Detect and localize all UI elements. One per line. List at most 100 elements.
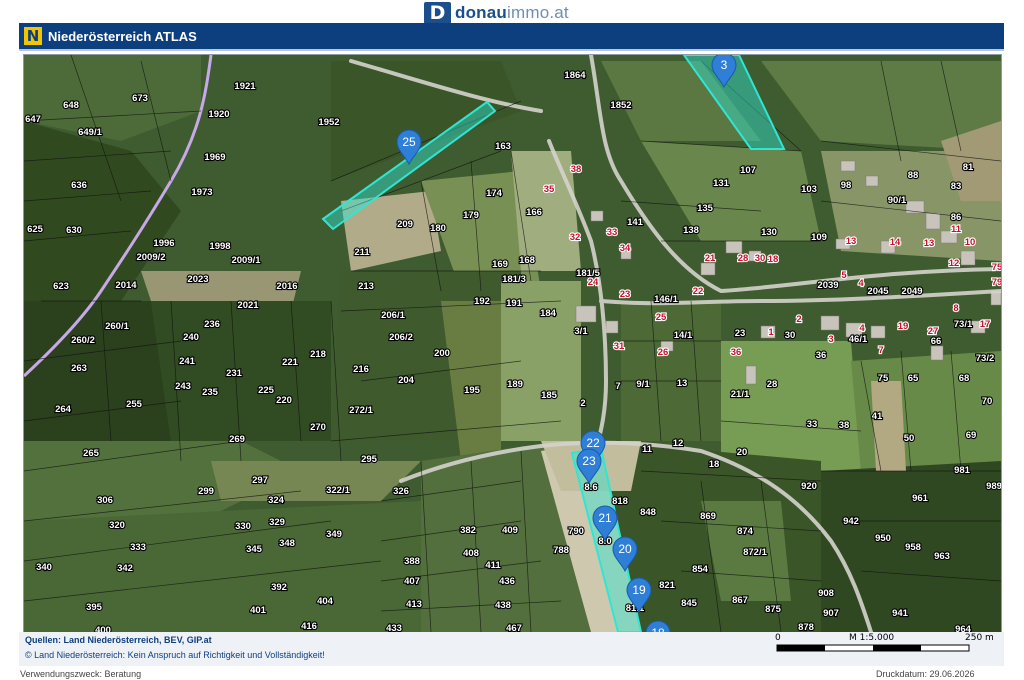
building-number-label: 26 bbox=[658, 347, 669, 358]
building-number-label: 32 bbox=[570, 232, 581, 243]
atlas-title: Niederösterreich ATLAS bbox=[48, 28, 197, 44]
sources-line: Quellen: Land Niederösterreich, BEV, GIP… bbox=[25, 635, 212, 645]
parcel-number-label: 90/1 bbox=[888, 195, 907, 206]
parcel-number-label: 1921 bbox=[234, 81, 256, 92]
parcel-number-label: 963 bbox=[934, 551, 950, 562]
parcel-number-label: 7 bbox=[615, 381, 620, 392]
noe-logo-icon: N bbox=[24, 27, 42, 45]
parcel-number-label: 255 bbox=[126, 399, 143, 410]
parcel-number-label: 636 bbox=[71, 180, 87, 191]
parcel-number-label: 73/1 bbox=[954, 319, 973, 330]
parcel-number-label: 240 bbox=[183, 332, 199, 343]
parcel-number-label: 875 bbox=[765, 604, 782, 615]
parcel-number-label: 404 bbox=[317, 596, 334, 607]
parcel-number-label: 1920 bbox=[208, 109, 229, 120]
parcel-number-label: 961 bbox=[912, 493, 929, 504]
parcel-number-label: 788 bbox=[553, 545, 569, 556]
sources-text: Land Niederösterreich, BEV, GIP.at bbox=[63, 635, 212, 645]
map-pin-label: 21 bbox=[598, 511, 612, 525]
parcel-number-label: 320 bbox=[109, 520, 125, 531]
parcel-number-label: 867 bbox=[732, 595, 748, 606]
map-footer: Quellen: Land Niederösterreich, BEV, GIP… bbox=[19, 632, 1004, 666]
parcel-number-label: 181/3 bbox=[502, 274, 526, 285]
map-view[interactable]: 1921 673 648 1920 647 649/1 1952 1969 636 1973 625… bbox=[23, 54, 1002, 633]
building-number-label: 13 bbox=[924, 238, 935, 249]
building-number-label: 25 bbox=[656, 312, 667, 323]
building-number-label: 2 bbox=[796, 314, 801, 325]
map-pin-label: 22 bbox=[586, 436, 600, 450]
building-number-label: 1 bbox=[768, 327, 774, 338]
building-number-label: 21 bbox=[705, 253, 716, 264]
parcel-number-label: 854 bbox=[692, 564, 709, 575]
parcel-number-label: 66 bbox=[931, 336, 942, 347]
parcel-number-label: 23 bbox=[735, 328, 746, 339]
parcel-number-label: 630 bbox=[66, 225, 82, 236]
parcel-number-label: 2 bbox=[580, 398, 585, 409]
building-number-label: 22 bbox=[693, 286, 704, 297]
parcel-number-label: 169 bbox=[492, 259, 508, 270]
brand-logo-mark: D bbox=[424, 2, 451, 24]
map-pin-label: 25 bbox=[402, 135, 416, 149]
brand-logo[interactable]: D donauimmo.at bbox=[424, 1, 569, 25]
parcel-number-label: 146/1 bbox=[654, 294, 678, 305]
parcel-number-label: 38 bbox=[839, 420, 850, 431]
parcel-number-label: 625 bbox=[27, 224, 44, 235]
building-number-label: 79 bbox=[992, 277, 1001, 288]
parcel-number-label: 845 bbox=[681, 598, 698, 609]
parcel-number-label: 2009/1 bbox=[231, 255, 261, 266]
parcel-number-label: 191 bbox=[506, 298, 523, 309]
scale-bar: 0 M 1:5.000 250 m bbox=[757, 632, 997, 662]
parcel-number-label: 18 bbox=[709, 459, 720, 470]
building-number-label: 38 bbox=[571, 164, 582, 175]
parcel-number-label: 192 bbox=[474, 296, 490, 307]
building-number-label: 23 bbox=[620, 289, 631, 300]
parcel-number-label: 348 bbox=[279, 538, 295, 549]
parcel-number-label: 324 bbox=[268, 495, 285, 506]
building-number-label: 12 bbox=[949, 258, 960, 269]
scale-bar-graphic bbox=[776, 644, 970, 652]
parcel-number-label: 2049 bbox=[901, 286, 922, 297]
building-number-label: 33 bbox=[607, 227, 618, 238]
parcel-number-label: 299 bbox=[198, 486, 214, 497]
building-number-label: 30 bbox=[755, 253, 766, 264]
parcel-number-label: 185 bbox=[541, 390, 558, 401]
building-number-label: 3 bbox=[828, 334, 833, 345]
parcel-number-label: 103 bbox=[801, 184, 817, 195]
parcel-number-label: 265 bbox=[83, 448, 100, 459]
parcel-number-label: 920 bbox=[801, 481, 817, 492]
parcel-number-label: 392 bbox=[271, 582, 287, 593]
parcel-number-label: 264 bbox=[55, 404, 72, 415]
parcel-number-label: 98 bbox=[841, 180, 852, 191]
parcel-number-label: 138 bbox=[683, 225, 699, 236]
parcel-number-label: 297 bbox=[252, 475, 268, 486]
parcel-number-label: 204 bbox=[398, 375, 415, 386]
building-number-label: 75 bbox=[992, 262, 1001, 273]
parcel-number-label: 109 bbox=[811, 232, 827, 243]
parcel-number-label: 179 bbox=[463, 210, 479, 221]
parcel-number-label: 209 bbox=[397, 219, 413, 230]
parcel-number-label: 3/1 bbox=[574, 326, 588, 337]
parcel-number-label: 872/1 bbox=[743, 547, 767, 558]
parcel-number-label: 88 bbox=[908, 170, 919, 181]
parcel-number-label: 408 bbox=[463, 548, 479, 559]
map-canvas[interactable]: 19216736481920647649/1195219696361973625… bbox=[24, 55, 1001, 632]
parcel-number-label: 1996 bbox=[153, 238, 174, 249]
parcel-number-label: 272/1 bbox=[349, 405, 373, 416]
parcel-number-label: 211 bbox=[354, 247, 370, 258]
building-number-label: 36 bbox=[731, 347, 742, 358]
parcel-number-label: 821 bbox=[659, 580, 676, 591]
parcel-number-label: 65 bbox=[908, 373, 919, 384]
parcel-number-label: 416 bbox=[301, 621, 317, 632]
parcel-number-label: 395 bbox=[86, 602, 103, 613]
parcel-number-label: 648 bbox=[63, 100, 79, 111]
usage-purpose: Verwendungszweck: Beratung bbox=[20, 669, 142, 679]
building-number-label: 14 bbox=[890, 237, 901, 248]
parcel-number-label: 30 bbox=[785, 330, 796, 341]
building-number-label: 19 bbox=[898, 321, 909, 332]
building-number-label: 24 bbox=[588, 277, 599, 288]
parcel-number-label: 135 bbox=[697, 203, 714, 214]
parcel-number-label: 433 bbox=[386, 623, 402, 632]
parcel-number-label: 220 bbox=[276, 395, 292, 406]
building-number-label: 10 bbox=[965, 237, 976, 248]
parcel-number-label: 130 bbox=[761, 227, 777, 238]
